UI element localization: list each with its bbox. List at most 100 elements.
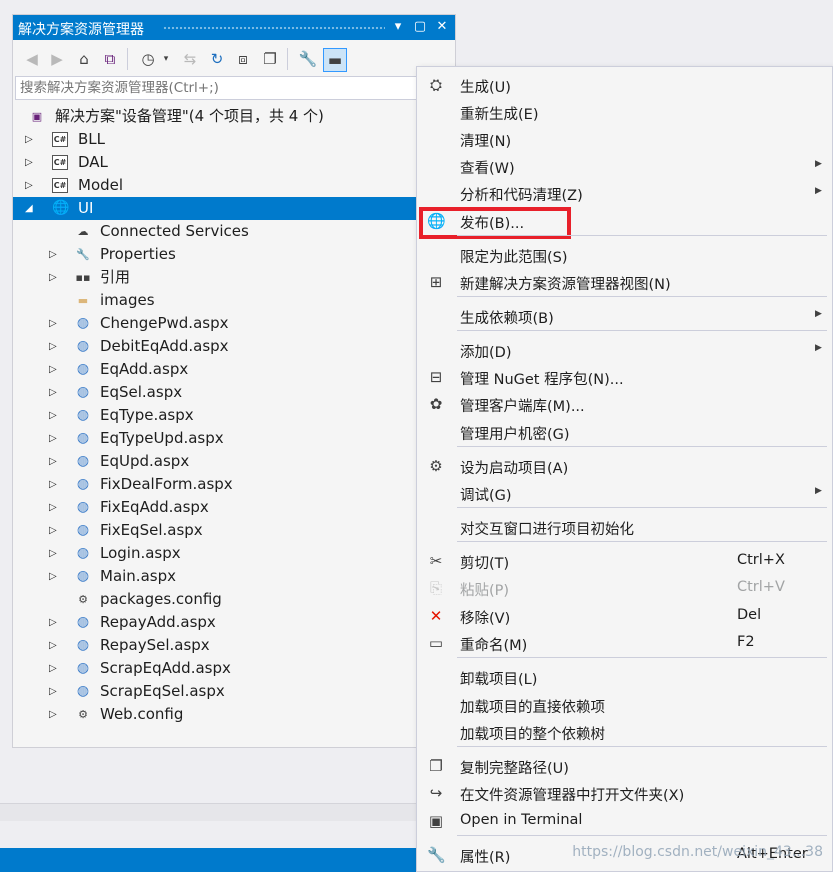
expand-arrow-icon[interactable]: ▷ — [49, 703, 61, 726]
expand-arrow-icon[interactable]: ▷ — [49, 266, 61, 289]
project-node[interactable]: ▷ C# BLL — [13, 128, 455, 151]
tree-item[interactable]: ▷ ◍ ScrapEqSel.aspx — [13, 680, 455, 703]
expand-arrow-icon[interactable]: ▷ — [49, 427, 61, 450]
tree-item[interactable]: ▷ ◍ DebitEqAdd.aspx — [13, 335, 455, 358]
menu-item[interactable]: ⎘ 粘贴(P) Ctrl+V — [417, 575, 832, 601]
menu-item[interactable]: ❐ 复制完整路径(U) — [417, 753, 832, 779]
tree-item[interactable]: ▷ ⚙ Web.config — [13, 703, 455, 726]
tree-item[interactable]: ▷ ◍ FixEqAdd.aspx — [13, 496, 455, 519]
titlebar-grip[interactable] — [163, 26, 385, 30]
menu-item[interactable]: 清理(N) — [417, 126, 832, 152]
menu-item-label: Open in Terminal — [460, 812, 583, 828]
menu-item[interactable]: ✿ 管理客户端库(M)... — [417, 391, 832, 417]
menu-item[interactable]: 查看(W) ▶ — [417, 153, 832, 179]
home-icon[interactable]: ⌂ — [73, 48, 95, 70]
menu-item[interactable]: 管理用户机密(G) — [417, 419, 832, 445]
preview-selected-icon[interactable]: ▬ — [323, 48, 347, 72]
menu-item[interactable]: ⊟ 管理 NuGet 程序包(N)... — [417, 364, 832, 390]
properties-wrench-icon[interactable]: 🔧 — [297, 48, 319, 70]
menu-item[interactable]: ↪ 在文件资源管理器中打开文件夹(X) — [417, 780, 832, 806]
tree-item[interactable]: ▷ ◍ ChengePwd.aspx — [13, 312, 455, 335]
tree-item[interactable]: ▷ 🔧 Properties — [13, 243, 455, 266]
menu-item[interactable]: ⊞ 新建解决方案资源管理器视图(N) — [417, 269, 832, 295]
expand-arrow-icon[interactable]: ▷ — [25, 174, 37, 197]
tree-item[interactable]: ▷ ◍ RepayAdd.aspx — [13, 611, 455, 634]
close-icon[interactable]: ✕ — [433, 18, 451, 36]
expand-arrow-icon[interactable]: ▷ — [49, 312, 61, 335]
menu-item[interactable]: 重新生成(E) — [417, 99, 832, 125]
expand-arrow-icon[interactable]: ▷ — [49, 611, 61, 634]
tree-item[interactable]: ▷ ◍ Main.aspx — [13, 565, 455, 588]
expand-arrow-icon[interactable]: ▷ — [49, 565, 61, 588]
expand-arrow-icon[interactable]: ▷ — [49, 657, 61, 680]
expand-arrow-icon[interactable]: ▷ — [49, 519, 61, 542]
search-box[interactable] — [15, 76, 451, 100]
expand-arrow-icon[interactable]: ▷ — [49, 243, 61, 266]
tree-item[interactable]: ▬ images — [13, 289, 455, 312]
refresh-icon[interactable]: ↻ — [206, 48, 228, 70]
horizontal-scrollbar[interactable] — [0, 803, 420, 821]
collapse-all-icon[interactable]: ⧈ — [232, 48, 254, 70]
switch-views-icon[interactable]: ⧉ — [99, 48, 121, 70]
collapse-arrow-icon[interactable]: ◢ — [25, 197, 37, 220]
project-node[interactable]: ▷ C# DAL — [13, 151, 455, 174]
expand-arrow-icon[interactable]: ▷ — [49, 358, 61, 381]
menu-item[interactable]: 限定为此范围(S) — [417, 242, 832, 268]
expand-arrow-icon[interactable]: ▷ — [25, 151, 37, 174]
menu-item[interactable]: 调试(G) ▶ — [417, 480, 832, 506]
tree-item[interactable]: ▷ ◍ FixDealForm.aspx — [13, 473, 455, 496]
expand-arrow-icon[interactable]: ▷ — [49, 542, 61, 565]
tree-item-label: 引用 — [100, 268, 131, 286]
menu-item[interactable]: 卸载项目(L) — [417, 664, 832, 690]
back-icon[interactable]: ◀ — [21, 48, 43, 70]
tree-item[interactable]: ⚙ packages.config — [13, 588, 455, 611]
tree-item[interactable]: ☁ Connected Services — [13, 220, 455, 243]
expand-arrow-icon[interactable]: ▷ — [49, 680, 61, 703]
menu-item[interactable]: ▣ Open in Terminal — [417, 808, 832, 834]
tree-item[interactable]: ▷ ◍ EqSel.aspx — [13, 381, 455, 404]
expand-arrow-icon[interactable]: ▷ — [49, 381, 61, 404]
menu-item[interactable]: 加载项目的直接依赖项 — [417, 692, 832, 718]
expand-arrow-icon[interactable]: ▷ — [49, 404, 61, 427]
menu-item[interactable]: ✂ 剪切(T) Ctrl+X — [417, 548, 832, 574]
tree-item-label: FixEqSel.aspx — [100, 521, 203, 539]
menu-item-label: 新建解决方案资源管理器视图(N) — [460, 277, 671, 293]
sync-icon[interactable]: ⇆ — [179, 48, 201, 70]
menu-item[interactable]: 🌐 发布(B)... — [417, 208, 832, 234]
menu-item[interactable]: 加载项目的整个依赖树 — [417, 719, 832, 745]
menu-item[interactable]: ▭ 重命名(M) F2 — [417, 630, 832, 656]
expand-arrow-icon[interactable]: ▷ — [49, 473, 61, 496]
menu-item[interactable]: ✕ 移除(V) Del — [417, 603, 832, 629]
solution-node[interactable]: ▣ 解决方案"设备管理"(4 个项目，共 4 个) — [13, 105, 455, 128]
expand-arrow-icon[interactable]: ▷ — [49, 496, 61, 519]
menu-item-label: 剪切(T) — [460, 556, 510, 572]
tree-item[interactable]: ▷ ◍ EqType.aspx — [13, 404, 455, 427]
tree-item-label: ScrapEqSel.aspx — [100, 682, 225, 700]
project-node[interactable]: ◢ 🌐 UI — [13, 197, 455, 220]
forward-icon[interactable]: ▶ — [46, 48, 68, 70]
tree-item[interactable]: ▷ ◍ EqUpd.aspx — [13, 450, 455, 473]
tree-item[interactable]: ▷ ◍ Login.aspx — [13, 542, 455, 565]
menu-item[interactable]: 分析和代码清理(Z) ▶ — [417, 180, 832, 206]
menu-item[interactable]: 对交互窗口进行项目初始化 — [417, 514, 832, 540]
project-node[interactable]: ▷ C# Model — [13, 174, 455, 197]
tree-item[interactable]: ▷ ◍ EqAdd.aspx — [13, 358, 455, 381]
tree-item[interactable]: ▷ ◍ ScrapEqAdd.aspx — [13, 657, 455, 680]
show-all-files-icon[interactable]: ❐ — [259, 48, 281, 70]
search-input[interactable] — [20, 79, 440, 97]
expand-arrow-icon[interactable]: ▷ — [49, 450, 61, 473]
expand-arrow-icon[interactable]: ▷ — [49, 634, 61, 657]
menu-item[interactable]: 生成依赖项(B) ▶ — [417, 303, 832, 329]
menu-item[interactable]: 添加(D) ▶ — [417, 337, 832, 363]
dropdown-icon[interactable]: ▾ — [389, 18, 407, 36]
menu-item[interactable]: ⛭ 生成(U) — [417, 72, 832, 98]
chevron-down-icon[interactable]: ▾ — [155, 48, 177, 70]
tree-item[interactable]: ▷ ◍ FixEqSel.aspx — [13, 519, 455, 542]
tree-item[interactable]: ▷ ▪▪ 引用 — [13, 266, 455, 289]
maximize-icon[interactable]: ▢ — [411, 18, 429, 36]
menu-item[interactable]: ⚙ 设为启动项目(A) — [417, 453, 832, 479]
expand-arrow-icon[interactable]: ▷ — [25, 128, 37, 151]
expand-arrow-icon[interactable]: ▷ — [49, 335, 61, 358]
tree-item[interactable]: ▷ ◍ RepaySel.aspx — [13, 634, 455, 657]
tree-item[interactable]: ▷ ◍ EqTypeUpd.aspx — [13, 427, 455, 450]
